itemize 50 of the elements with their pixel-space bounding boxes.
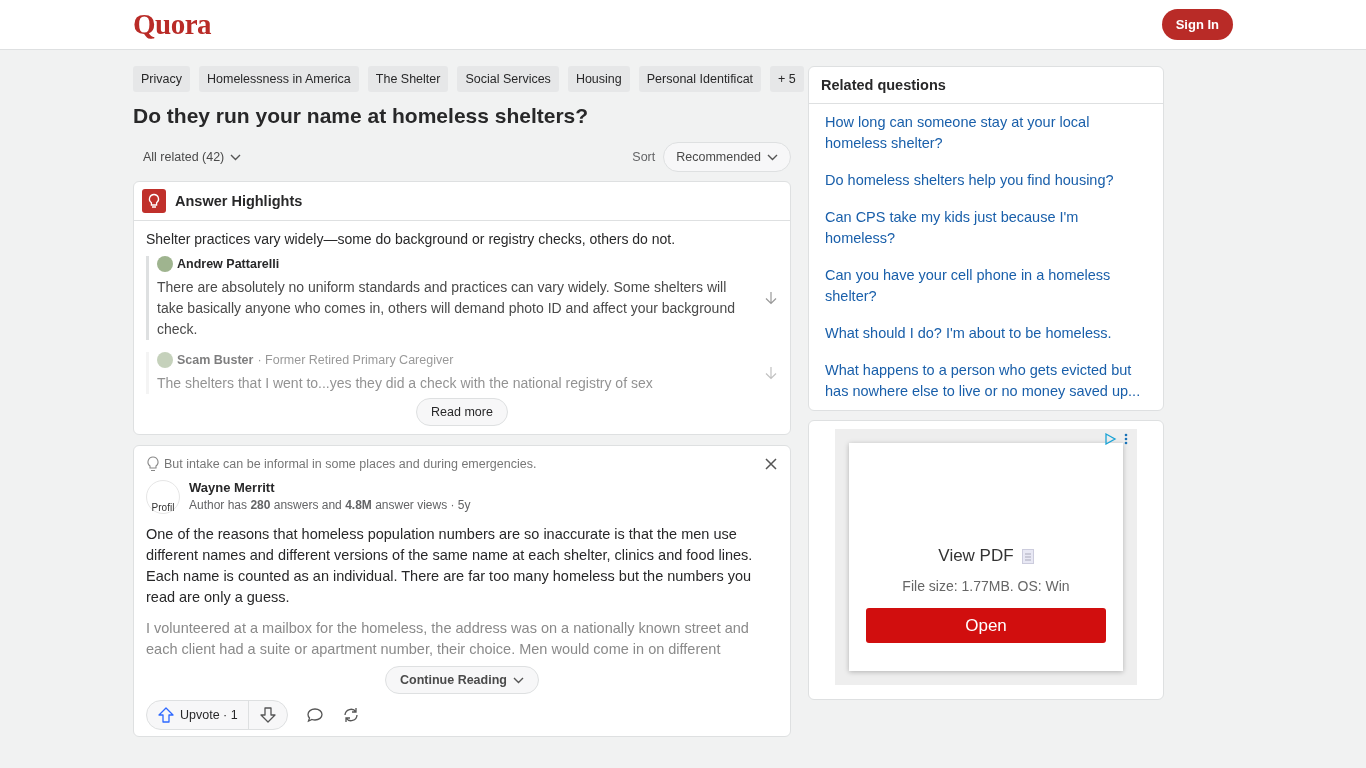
highlights-summary: Shelter practices vary widely—some do background or registry checks, others do not. [146, 231, 677, 247]
topic-tag[interactable]: Social Services [457, 66, 559, 92]
chevron-down-icon [230, 153, 242, 161]
more-topics-tag[interactable]: + 5 [770, 66, 804, 92]
sort-label: Sort [632, 150, 656, 164]
topic-tag[interactable]: The Shelter [367, 66, 449, 92]
answer-paragraph: I volunteered at a mailbox for the homeless, the address was on a nationally known street and each client had a suite or apartment number, their choice. Men would come in on different [146, 619, 750, 659]
author-stats: Author has 280 answers and 4.8M answer views · 5y [189, 498, 471, 512]
quote-text: The shelters that I went to...yes they did a check with the national registry of sex [157, 374, 654, 393]
sign-in-button[interactable]: Sign In [1161, 9, 1233, 40]
lightbulb-icon [142, 189, 166, 213]
close-icon[interactable] [764, 457, 778, 471]
avatar-icon [157, 352, 173, 368]
logo[interactable]: Quora [133, 8, 212, 41]
related-question-link[interactable]: How long can someone stay at your local homeless shelter? [825, 112, 1147, 154]
highlights-title: Answer Highlights [175, 193, 303, 209]
topic-tag[interactable]: Personal Identificat [638, 66, 762, 92]
comment-icon[interactable] [305, 706, 324, 724]
share-icon[interactable] [341, 706, 360, 724]
topic-tag[interactable]: Housing [567, 66, 630, 92]
answer-paragraph: One of the reasons that homeless population numbers are so inaccurate is that the men use different names and different versions of the same name at each shelter, clinics and food lines. Each name is counted as an individual. There are far too many homeless but the numbers you read are only a guess. [146, 525, 754, 607]
document-icon [1021, 548, 1034, 564]
ad-title: View PDF [938, 546, 1014, 566]
avatar-icon [157, 256, 173, 272]
related-title: Related questions [809, 67, 1163, 104]
topic-tag[interactable]: Privacy [133, 66, 190, 92]
read-more-button[interactable]: Read more [416, 398, 508, 426]
arrow-down-icon [258, 706, 277, 724]
author-credential: · Former Retired Primary Caregiver [257, 353, 454, 367]
topic-tag[interactable]: Homelessness in America [199, 66, 359, 92]
answer-note: But intake can be informal in some places and during emergencies. [164, 457, 537, 471]
related-question-link[interactable]: Can you have your cell phone in a homeless shelter? [825, 265, 1147, 307]
quote-author[interactable]: Scam Buster [177, 353, 254, 367]
all-related-dropdown[interactable]: All related (42) [143, 150, 242, 164]
continue-reading-button[interactable]: Continue Reading [385, 666, 539, 694]
chevron-down-icon [512, 676, 524, 684]
author-name[interactable]: Wayne Merritt [189, 480, 471, 495]
related-question-link[interactable]: Do homeless shelters help you find housing? [825, 170, 1147, 191]
sort-dropdown[interactable]: Recommended [663, 142, 791, 172]
related-question-link[interactable]: Can CPS take my kids just because I'm homeless? [825, 207, 1147, 249]
ad-file-info: File size: 1.77MB. OS: Win [902, 578, 1070, 594]
open-button[interactable]: Open [866, 608, 1106, 643]
arrow-up-icon [157, 706, 175, 724]
quote-text: There are absolutely no uniform standards and practices can vary widely. Some shelters will take basically anyone who comes in, others will demand photo ID and affect your background check. [157, 278, 736, 339]
chevron-down-icon [767, 153, 778, 161]
related-question-link[interactable]: What happens to a person who gets evicted but has nowhere else to live or no money saved up... [825, 360, 1147, 402]
related-question-link[interactable]: What should I do? I'm about to be homeless. [825, 323, 1147, 344]
lightbulb-icon [146, 456, 160, 472]
quote-author[interactable]: Andrew Pattarelli [177, 257, 280, 271]
question-title: Do they run your name at homeless shelters? [133, 104, 590, 128]
